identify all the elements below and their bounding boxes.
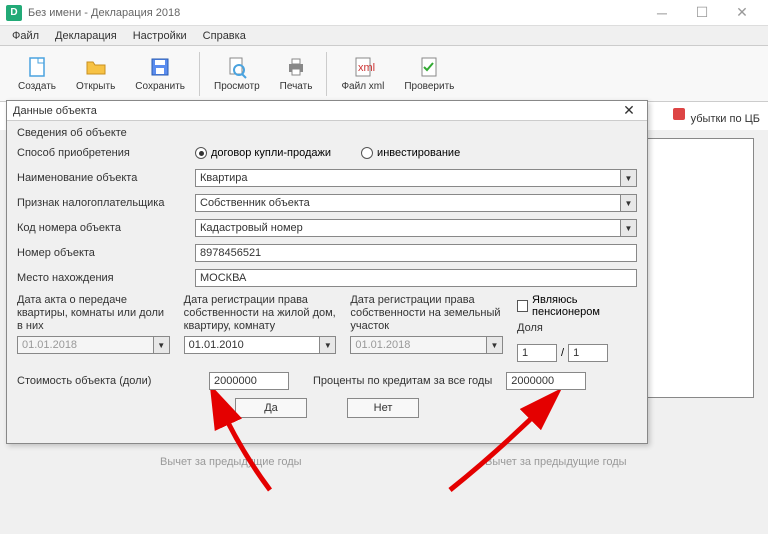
percent-input[interactable]: 2000000: [506, 372, 586, 390]
location-input[interactable]: МОСКВА: [195, 269, 637, 287]
create-button[interactable]: Создать: [8, 49, 66, 99]
preview-icon: [225, 55, 249, 79]
toolbar-separator: [326, 52, 327, 96]
object-name-label: Наименование объекта: [17, 172, 195, 184]
date-land-input[interactable]: 01.01.2018 ▼: [350, 336, 503, 354]
xml-button[interactable]: xml Файл xml: [331, 49, 394, 99]
date-reg-input[interactable]: 01.01.2010 ▼: [184, 336, 337, 354]
open-button[interactable]: Открыть: [66, 49, 125, 99]
no-button[interactable]: Нет: [347, 398, 419, 418]
acquisition-label: Способ приобретения: [17, 147, 195, 159]
xml-file-icon: xml: [351, 55, 375, 79]
menu-declaration[interactable]: Декларация: [47, 28, 125, 44]
chevron-down-icon: ▼: [620, 170, 636, 186]
pensioner-checkbox[interactable]: Являюсь пенсионером: [517, 294, 637, 318]
menubar: Файл Декларация Настройки Справка: [0, 26, 768, 46]
section-label: Сведения об объекте: [17, 127, 637, 139]
prev-deduction-label: Вычет за предыдущие годы: [160, 456, 302, 468]
radio-contract[interactable]: договор купли-продажи: [195, 147, 331, 159]
taxpayer-label: Признак налогоплательщика: [17, 197, 195, 209]
minimize-button[interactable]: ─: [642, 0, 682, 26]
toolbar: Создать Открыть Сохранить Просмотр Печат…: [0, 46, 768, 102]
share-label: Доля: [517, 322, 637, 344]
dialog-titlebar: Данные объекта ✕: [7, 101, 647, 121]
checkbox-icon: [517, 300, 528, 312]
menu-settings[interactable]: Настройки: [125, 28, 195, 44]
menu-help[interactable]: Справка: [195, 28, 254, 44]
chevron-down-icon: ▼: [153, 337, 169, 353]
location-label: Место нахождения: [17, 272, 195, 284]
dialog-title: Данные объекта: [13, 105, 617, 117]
svg-text:xml: xml: [358, 62, 375, 74]
toolbar-separator: [199, 52, 200, 96]
objnum-label: Номер объекта: [17, 247, 195, 259]
share-denominator-input[interactable]: 1: [568, 344, 608, 362]
radio-icon: [361, 147, 373, 159]
folder-open-icon: [84, 55, 108, 79]
tab-item[interactable]: убытки по ЦБ: [671, 106, 760, 125]
date-act-label: Дата акта о передаче квартиры, комнаты и…: [17, 294, 170, 336]
cost-label: Стоимость объекта (доли): [17, 375, 195, 387]
chevron-down-icon: ▼: [620, 195, 636, 211]
maximize-button[interactable]: ☐: [682, 0, 722, 26]
save-button[interactable]: Сохранить: [125, 49, 195, 99]
percent-label: Проценты по кредитам за все годы: [313, 375, 492, 387]
yes-button[interactable]: Да: [235, 398, 307, 418]
dialog-close-button[interactable]: ✕: [617, 102, 641, 119]
share-numerator-input[interactable]: 1: [517, 344, 557, 362]
printer-icon: [284, 55, 308, 79]
date-land-label: Дата регистрации права собственности на …: [350, 294, 503, 336]
close-button[interactable]: ✕: [722, 0, 762, 26]
new-file-icon: [25, 55, 49, 79]
cost-input[interactable]: 2000000: [209, 372, 289, 390]
date-reg-label: Дата регистрации права собственности на …: [184, 294, 337, 336]
chevron-down-icon: ▼: [486, 337, 502, 353]
chevron-down-icon: ▼: [620, 220, 636, 236]
radio-invest[interactable]: инвестирование: [361, 147, 460, 159]
chevron-down-icon: ▼: [319, 337, 335, 353]
codenum-combo[interactable]: Кадастровый номер ▼: [195, 219, 637, 237]
save-icon: [148, 55, 172, 79]
taxpayer-combo[interactable]: Собственник объекта ▼: [195, 194, 637, 212]
check-button[interactable]: Проверить: [394, 49, 464, 99]
objnum-input[interactable]: 8978456521: [195, 244, 637, 262]
check-icon: [417, 55, 441, 79]
dialog-object-data: Данные объекта ✕ Сведения об объекте Спо…: [6, 100, 648, 444]
object-name-combo[interactable]: Квартира ▼: [195, 169, 637, 187]
print-button[interactable]: Печать: [270, 49, 323, 99]
window-title: Без имени - Декларация 2018: [28, 7, 642, 19]
view-button[interactable]: Просмотр: [204, 49, 270, 99]
codenum-label: Код номера объекта: [17, 222, 195, 234]
titlebar: D Без имени - Декларация 2018 ─ ☐ ✕: [0, 0, 768, 26]
radio-icon: [195, 147, 207, 159]
app-logo: D: [6, 5, 22, 21]
menu-file[interactable]: Файл: [4, 28, 47, 44]
date-act-input[interactable]: 01.01.2018 ▼: [17, 336, 170, 354]
prev-deduction-label-2: Вычет за предыдущие годы: [485, 456, 627, 468]
